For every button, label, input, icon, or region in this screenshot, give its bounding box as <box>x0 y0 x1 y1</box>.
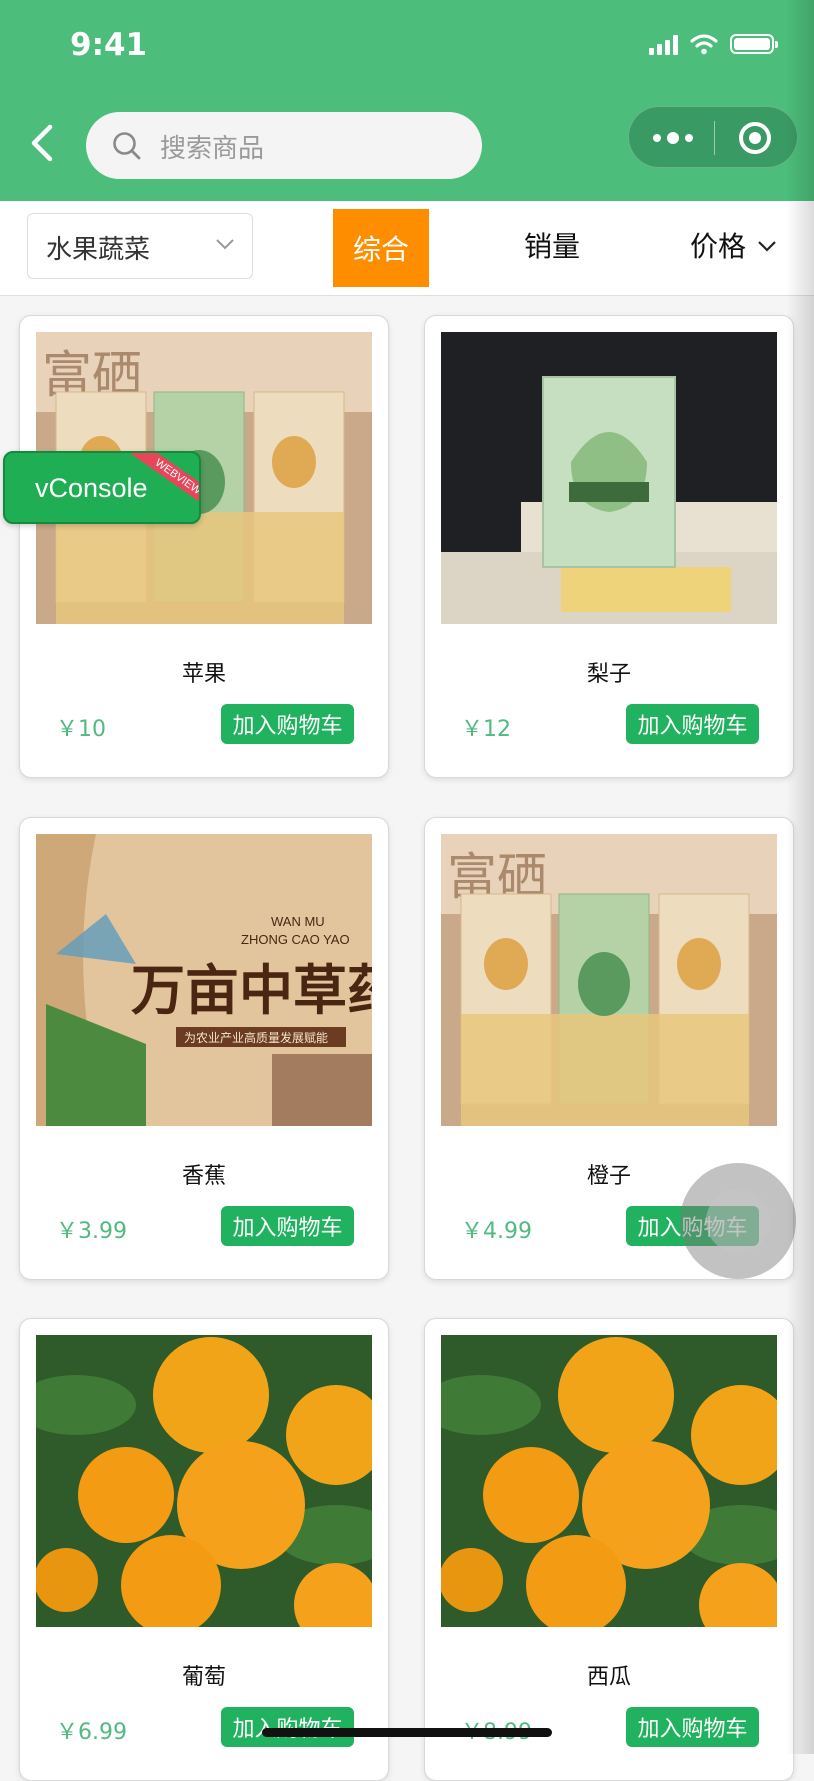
product-price: ￥12 <box>461 717 511 742</box>
sort-tab-sales[interactable]: 销量 <box>524 225 580 265</box>
chevron-down-icon <box>758 241 776 252</box>
poster-tagline: 为农业产业高质量发展赋能 <box>184 1030 328 1045</box>
poster-headline: 万亩中草药 <box>131 958 372 1022</box>
product-price: ￥3.99 <box>56 1219 127 1244</box>
filter-bar: 水果蔬菜 综合 销量 价格 <box>0 201 814 296</box>
product-price: ￥4.99 <box>461 1219 532 1244</box>
product-card[interactable]: 万亩中草药 WAN MU ZHONG CAO YAO 为农业产业高质量发展赋能 … <box>19 817 389 1280</box>
search-input[interactable]: 搜索商品 <box>86 112 482 179</box>
category-value: 水果蔬菜 <box>46 235 151 265</box>
product-card[interactable]: 梨子 ￥12 加入购物车 <box>424 315 794 778</box>
sort-tab-price[interactable]: 价格 <box>690 225 746 265</box>
more-icon[interactable] <box>653 131 693 145</box>
product-name: 葡萄 <box>181 1665 226 1690</box>
wifi-icon <box>690 34 718 55</box>
product-price: ￥10 <box>56 717 106 742</box>
product-name: 苹果 <box>181 662 226 687</box>
poster-pinyin-2: ZHONG CAO YAO <box>241 932 350 947</box>
add-to-cart-button[interactable]: 加入购物车 <box>221 1206 354 1246</box>
add-to-cart-button[interactable]: 加入购物车 <box>221 704 354 744</box>
product-card[interactable]: 富硒 苹果 ￥10 加入购物车 <box>19 315 389 778</box>
add-to-cart-button[interactable]: 加入购物车 <box>221 1707 354 1747</box>
product-card[interactable]: 西瓜 ￥8.99 加入购物车 <box>424 1318 794 1781</box>
nav-header: 9:41 搜索商品 <box>0 0 814 201</box>
product-image: 富硒 <box>441 834 777 1126</box>
search-icon <box>113 132 141 160</box>
product-name: 西瓜 <box>586 1665 631 1690</box>
product-price: ￥6.99 <box>56 1720 127 1745</box>
product-image <box>441 1335 777 1627</box>
product-card[interactable]: 葡萄 ￥6.99 加入购物车 <box>19 1318 389 1781</box>
battery-icon <box>730 34 778 54</box>
product-name: 梨子 <box>586 662 631 687</box>
search-placeholder: 搜索商品 <box>160 134 265 164</box>
vconsole-label: vConsole <box>35 473 148 503</box>
chevron-down-icon <box>216 239 234 250</box>
product-image <box>36 1335 372 1627</box>
home-indicator <box>262 1728 552 1737</box>
chevron-left-icon <box>31 124 53 162</box>
assistive-touch-button[interactable] <box>680 1163 796 1279</box>
add-to-cart-button[interactable]: 加入购物车 <box>626 1707 759 1747</box>
status-time: 9:41 <box>70 27 148 63</box>
product-image <box>441 332 777 624</box>
close-miniprogram-icon[interactable] <box>739 122 771 154</box>
product-image: 万亩中草药 WAN MU ZHONG CAO YAO 为农业产业高质量发展赋能 <box>36 834 372 1126</box>
miniprogram-capsule <box>628 106 798 168</box>
category-select[interactable]: 水果蔬菜 <box>27 213 253 279</box>
vconsole-button[interactable]: vConsole WEBVIEW <box>3 451 201 524</box>
status-icons <box>649 33 778 55</box>
add-to-cart-button[interactable]: 加入购物车 <box>626 704 759 744</box>
poster-pinyin-1: WAN MU <box>271 914 325 929</box>
sort-tab-comprehensive[interactable]: 综合 <box>333 209 429 287</box>
capsule-divider <box>714 121 715 155</box>
product-name: 香蕉 <box>181 1164 226 1189</box>
back-button[interactable] <box>26 118 66 168</box>
signal-icon <box>649 33 678 55</box>
